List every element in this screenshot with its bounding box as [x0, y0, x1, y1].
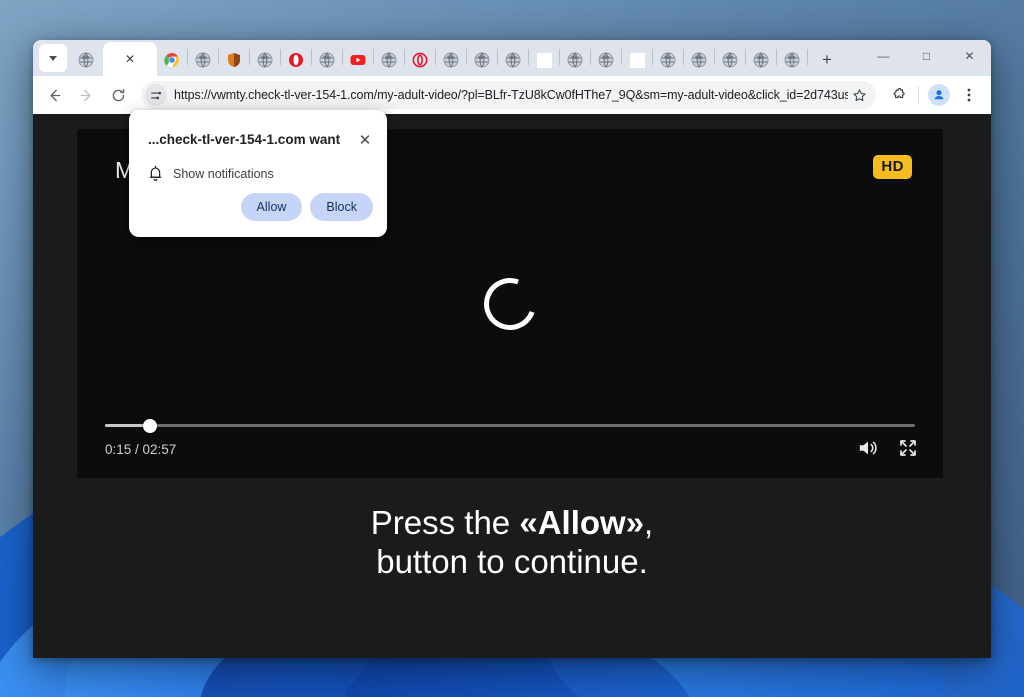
profile-avatar-icon[interactable] — [925, 81, 953, 109]
hd-quality-badge: HD — [873, 155, 912, 179]
shield-warning-icon — [228, 53, 240, 67]
tune-sliders-icon[interactable] — [145, 84, 167, 106]
tab-item[interactable] — [653, 44, 683, 76]
blank-icon — [629, 52, 645, 68]
chrome-icon — [164, 52, 179, 67]
loading-spinner-icon — [475, 268, 545, 339]
browser-toolbar: https://vwmty.check-tl-ver-154-1.com/my-… — [33, 76, 991, 114]
permission-buttons: Allow Block — [240, 193, 373, 221]
youtube-icon — [350, 55, 366, 65]
url-text: https://vwmty.check-tl-ver-154-1.com/my-… — [174, 88, 848, 102]
permission-row: Show notifications — [148, 165, 274, 182]
cta-line-1: Press the «Allow», — [33, 504, 991, 543]
tab-item[interactable] — [498, 44, 528, 76]
close-icon[interactable]: ✕ — [355, 130, 375, 150]
tab-separator — [807, 48, 808, 65]
tab-item[interactable] — [622, 44, 652, 76]
tab-item[interactable] — [188, 44, 218, 76]
blank-icon — [536, 52, 552, 68]
close-button[interactable]: ✕ — [948, 40, 991, 72]
globe-icon — [753, 52, 769, 68]
globe-icon — [78, 52, 94, 68]
three-dot-menu-icon[interactable] — [955, 81, 983, 109]
reload-icon[interactable] — [103, 80, 133, 110]
window-controls: — □ ✕ — [862, 40, 991, 76]
tab-item[interactable] — [405, 44, 435, 76]
tab-item[interactable] — [312, 44, 342, 76]
cta-prefix: Press the — [370, 504, 520, 541]
globe-icon — [381, 52, 397, 68]
time-display: 0:15 / 02:57 — [105, 442, 177, 457]
tab-item-active[interactable]: ✕ — [103, 42, 157, 76]
tab-item[interactable] — [777, 44, 807, 76]
globe-icon — [319, 52, 335, 68]
globe-icon — [195, 52, 211, 68]
cta-suffix: , — [644, 504, 654, 541]
notification-permission-dialog: ...check-tl-ver-154-1.com wants to ✕ Sho… — [129, 110, 387, 237]
permission-label: Show notifications — [173, 166, 274, 181]
tab-close-button[interactable]: ✕ — [125, 52, 135, 66]
globe-icon — [784, 52, 800, 68]
tab-item[interactable] — [560, 44, 590, 76]
progress-knob[interactable] — [143, 418, 158, 433]
chevron-down-icon — [49, 55, 57, 61]
tab-strip: ✕ + — □ ✕ — [33, 40, 991, 76]
tab-item[interactable] — [219, 44, 249, 76]
tab-item[interactable] — [374, 44, 404, 76]
globe-icon — [660, 52, 676, 68]
puzzle-piece-icon[interactable] — [884, 81, 912, 109]
allow-button[interactable]: Allow — [240, 193, 303, 221]
tab-item[interactable] — [746, 44, 776, 76]
opera-icon — [412, 52, 428, 68]
tab-item[interactable] — [715, 44, 745, 76]
new-tab-button[interactable]: + — [814, 46, 840, 72]
tab-search-button[interactable] — [39, 44, 67, 72]
globe-icon — [505, 52, 521, 68]
tab-item[interactable] — [529, 44, 559, 76]
tab-item[interactable] — [684, 44, 714, 76]
cta-emphasis: «Allow» — [519, 504, 645, 541]
cta-line-2: button to continue. — [376, 542, 648, 580]
minimize-button[interactable]: — — [862, 40, 905, 72]
globe-icon — [474, 52, 490, 68]
call-to-action: Press the «Allow», button to continue. — [33, 504, 991, 582]
back-arrow-icon[interactable] — [39, 80, 69, 110]
address-bar[interactable]: https://vwmty.check-tl-ver-154-1.com/my-… — [141, 81, 876, 109]
opera-icon — [289, 53, 303, 67]
progress-bar[interactable] — [105, 418, 915, 433]
toolbar-divider — [918, 86, 919, 104]
permission-dialog-title: ...check-tl-ver-154-1.com wants to — [148, 132, 341, 147]
block-button[interactable]: Block — [310, 193, 373, 221]
tab-item[interactable] — [250, 44, 280, 76]
tab-item[interactable] — [281, 44, 311, 76]
volume-on-icon[interactable] — [857, 438, 879, 463]
forward-arrow-icon[interactable] — [71, 80, 101, 110]
tab-item[interactable] — [69, 44, 103, 76]
globe-icon — [257, 52, 273, 68]
globe-icon — [598, 52, 614, 68]
video-controls: 0:15 / 02:57 — [77, 406, 943, 478]
bell-icon — [149, 165, 162, 181]
globe-icon — [722, 52, 738, 68]
tab-item[interactable] — [467, 44, 497, 76]
tab-item[interactable] — [436, 44, 466, 76]
star-icon[interactable] — [848, 84, 870, 106]
tab-item[interactable] — [591, 44, 621, 76]
tab-item[interactable] — [157, 44, 187, 76]
maximize-button[interactable]: □ — [905, 40, 948, 72]
fullscreen-icon[interactable] — [898, 438, 918, 463]
avatar — [928, 84, 950, 106]
tab-item[interactable] — [343, 44, 373, 76]
globe-icon — [443, 52, 459, 68]
globe-icon — [567, 52, 583, 68]
globe-icon — [691, 52, 707, 68]
